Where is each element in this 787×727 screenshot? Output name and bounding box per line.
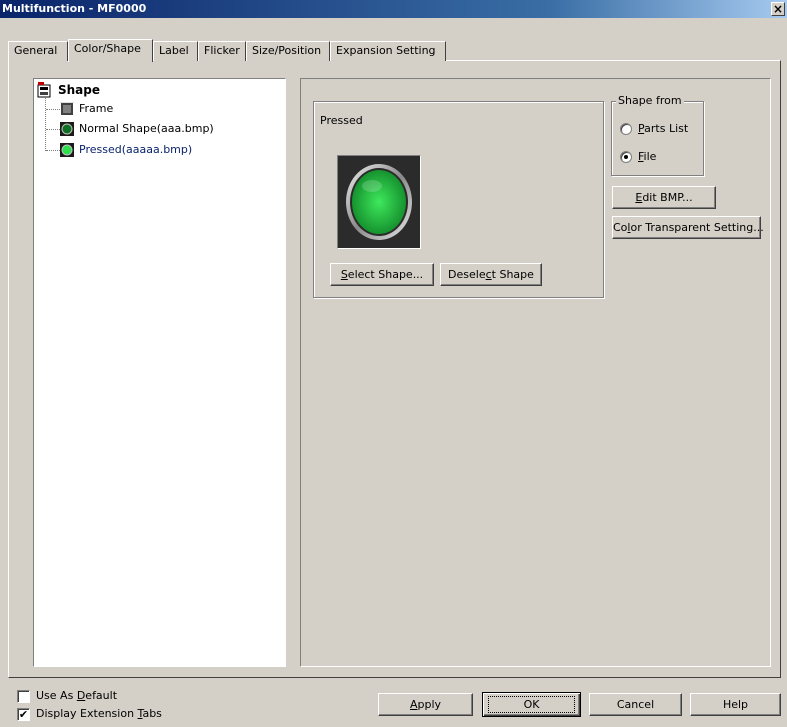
close-icon[interactable]: ×: [771, 2, 785, 16]
ok-button[interactable]: OK: [482, 692, 581, 717]
tree-line: [45, 98, 46, 151]
tab-flicker[interactable]: Flicker: [198, 41, 246, 61]
tree-root[interactable]: Shape: [58, 82, 100, 98]
shape-tree[interactable]: Shape Frame Normal Shape(aaa.bmp) Presse…: [33, 78, 286, 667]
ok-label: OK: [488, 696, 575, 713]
preview-label: Pressed: [320, 114, 363, 127]
deselect-shape-button[interactable]: Deselect Shape: [440, 263, 542, 286]
green-lit-button-icon: [60, 143, 74, 157]
file-label[interactable]: File: [638, 150, 656, 163]
select-shape-button[interactable]: Select Shape...: [330, 263, 434, 286]
tree-line: [46, 109, 60, 110]
shape-from-title: Shape from: [616, 94, 684, 107]
use-as-default-label[interactable]: Use As Default: [36, 689, 117, 702]
tab-label[interactable]: Label: [153, 41, 198, 61]
green-button-icon: [60, 122, 74, 136]
file-radio[interactable]: [620, 151, 632, 163]
tree-item-pressed[interactable]: Pressed(aaaaa.bmp): [79, 142, 193, 158]
use-as-default-checkbox[interactable]: [17, 690, 30, 703]
display-extension-tabs-checkbox[interactable]: ✔: [17, 708, 30, 721]
tree-item-frame[interactable]: Frame: [79, 101, 113, 117]
tree-item-normal-shape[interactable]: Normal Shape(aaa.bmp): [79, 121, 214, 137]
tab-expansion-setting[interactable]: Expansion Setting: [330, 41, 446, 61]
cancel-button[interactable]: Cancel: [589, 693, 682, 716]
tab-general[interactable]: General: [8, 41, 68, 61]
shape-root-icon: [37, 82, 51, 98]
parts-list-label[interactable]: Parts List: [638, 122, 688, 135]
frame-icon: [60, 102, 74, 116]
tree-line: [46, 150, 60, 151]
apply-button[interactable]: Apply: [378, 693, 473, 716]
shape-preview: [337, 155, 421, 249]
title-bar: Multifunction - MF0000 ×: [0, 0, 787, 18]
check-icon: ✔: [18, 708, 29, 721]
edit-bmp-button[interactable]: Edit BMP...: [612, 186, 716, 209]
shape-from-group: Shape from: [611, 94, 704, 176]
tree-line: [46, 129, 60, 130]
display-extension-tabs-label[interactable]: Display Extension Tabs: [36, 707, 162, 720]
tab-size-position[interactable]: Size/Position: [246, 41, 330, 61]
pressed-lamp-image: [346, 164, 412, 240]
help-button[interactable]: Help: [690, 693, 781, 716]
window-title: Multifunction - MF0000: [2, 2, 147, 15]
parts-list-radio[interactable]: [620, 123, 632, 135]
tab-color-shape[interactable]: Color/Shape: [68, 39, 153, 62]
color-transparent-setting-button[interactable]: Color Transparent Setting...: [612, 216, 764, 239]
